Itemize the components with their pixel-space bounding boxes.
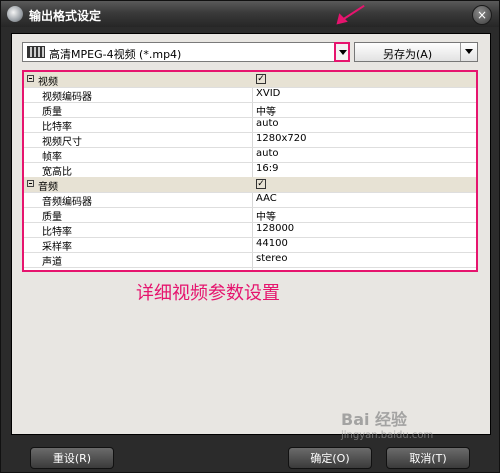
category-label: 视频	[38, 77, 58, 88]
property-row[interactable]: 比特率 auto	[24, 117, 476, 133]
property-row[interactable]: 音频编码器 AAC	[24, 192, 476, 208]
property-value[interactable]: XVID	[256, 88, 280, 99]
video-enabled-checkbox[interactable]: ✓	[256, 74, 266, 84]
category-label: 音频	[38, 182, 58, 193]
property-name: 视频尺寸	[42, 137, 82, 148]
property-row[interactable]: 质量 中等	[24, 207, 476, 223]
watermark-logo: Bai 经验	[341, 410, 408, 429]
property-name: 声道	[42, 257, 62, 268]
video-format-icon	[27, 46, 45, 58]
output-format-dialog: 输出格式设定 × 高清MPEG-4视频 (*.mp4) 另存为(A) 视频 ✓ …	[0, 0, 500, 473]
audio-enabled-checkbox[interactable]: ✓	[256, 179, 266, 189]
ok-button[interactable]: 确定(O)	[288, 447, 372, 469]
property-row[interactable]: 帧率 auto	[24, 147, 476, 163]
baidu-watermark: Bai 经验 jingyan.baidu.com	[341, 406, 491, 441]
property-value[interactable]: 44100	[256, 238, 288, 249]
close-button[interactable]: ×	[472, 5, 492, 25]
property-row[interactable]: 声道 stereo	[24, 252, 476, 268]
category-row-video[interactable]: 视频 ✓	[24, 72, 476, 88]
property-name: 视频编码器	[42, 92, 92, 103]
save-as-label: 另存为(A)	[383, 48, 433, 61]
property-value[interactable]: auto	[256, 148, 279, 159]
property-value[interactable]: stereo	[256, 253, 287, 264]
property-name: 比特率	[42, 122, 72, 133]
close-icon: ×	[476, 8, 488, 22]
property-row[interactable]: 采样率 44100	[24, 237, 476, 253]
reset-button[interactable]: 重设(R)	[30, 447, 114, 469]
property-value[interactable]: auto	[256, 118, 279, 129]
property-name: 音频编码器	[42, 197, 92, 208]
category-row-audio[interactable]: 音频 ✓	[24, 177, 476, 193]
title-bar: 输出格式设定 ×	[1, 1, 499, 27]
watermark-url: jingyan.baidu.com	[341, 430, 434, 441]
save-as-dropdown-icon[interactable]	[460, 43, 477, 61]
property-value[interactable]: AAC	[256, 193, 277, 204]
window-title: 输出格式设定	[29, 9, 102, 23]
property-name: 质量	[42, 107, 62, 118]
property-row[interactable]: 宽高比 16:9	[24, 162, 476, 178]
settings-panel: 高清MPEG-4视频 (*.mp4) 另存为(A) 视频 ✓ 视频编码器 XVI…	[11, 33, 491, 435]
property-value[interactable]: 中等	[256, 208, 276, 223]
collapse-icon[interactable]	[27, 75, 34, 82]
parameter-annotation: 详细视频参数设置	[136, 283, 280, 304]
property-name: 采样率	[42, 242, 72, 253]
property-row[interactable]: 视频编码器 XVID	[24, 87, 476, 103]
save-as-button[interactable]: 另存为(A)	[354, 42, 478, 62]
property-name: 宽高比	[42, 167, 72, 178]
selected-format: 高清MPEG-4视频 (*.mp4)	[49, 48, 182, 61]
cancel-button[interactable]: 取消(T)	[386, 447, 470, 469]
format-select[interactable]: 高清MPEG-4视频 (*.mp4)	[22, 42, 338, 62]
property-name: 质量	[42, 212, 62, 223]
property-value[interactable]: 中等	[256, 103, 276, 118]
app-icon	[7, 6, 23, 22]
dialog-button-bar: 重设(R) 确定(O) 取消(T)	[1, 444, 499, 472]
property-row[interactable]: 质量 中等	[24, 102, 476, 118]
property-value[interactable]: 128000	[256, 223, 294, 234]
property-row[interactable]: 比特率 128000	[24, 222, 476, 238]
property-name: 帧率	[42, 152, 62, 163]
property-value[interactable]: 16:9	[256, 163, 278, 174]
property-grid: 视频 ✓ 视频编码器 XVID 质量 中等 比特率 auto 视频尺寸 1280…	[22, 70, 478, 272]
format-dropdown-button[interactable]	[334, 42, 350, 62]
property-value[interactable]: 1280x720	[256, 133, 306, 144]
collapse-icon[interactable]	[27, 180, 34, 187]
property-row[interactable]: 视频尺寸 1280x720	[24, 132, 476, 148]
property-name: 比特率	[42, 227, 72, 238]
